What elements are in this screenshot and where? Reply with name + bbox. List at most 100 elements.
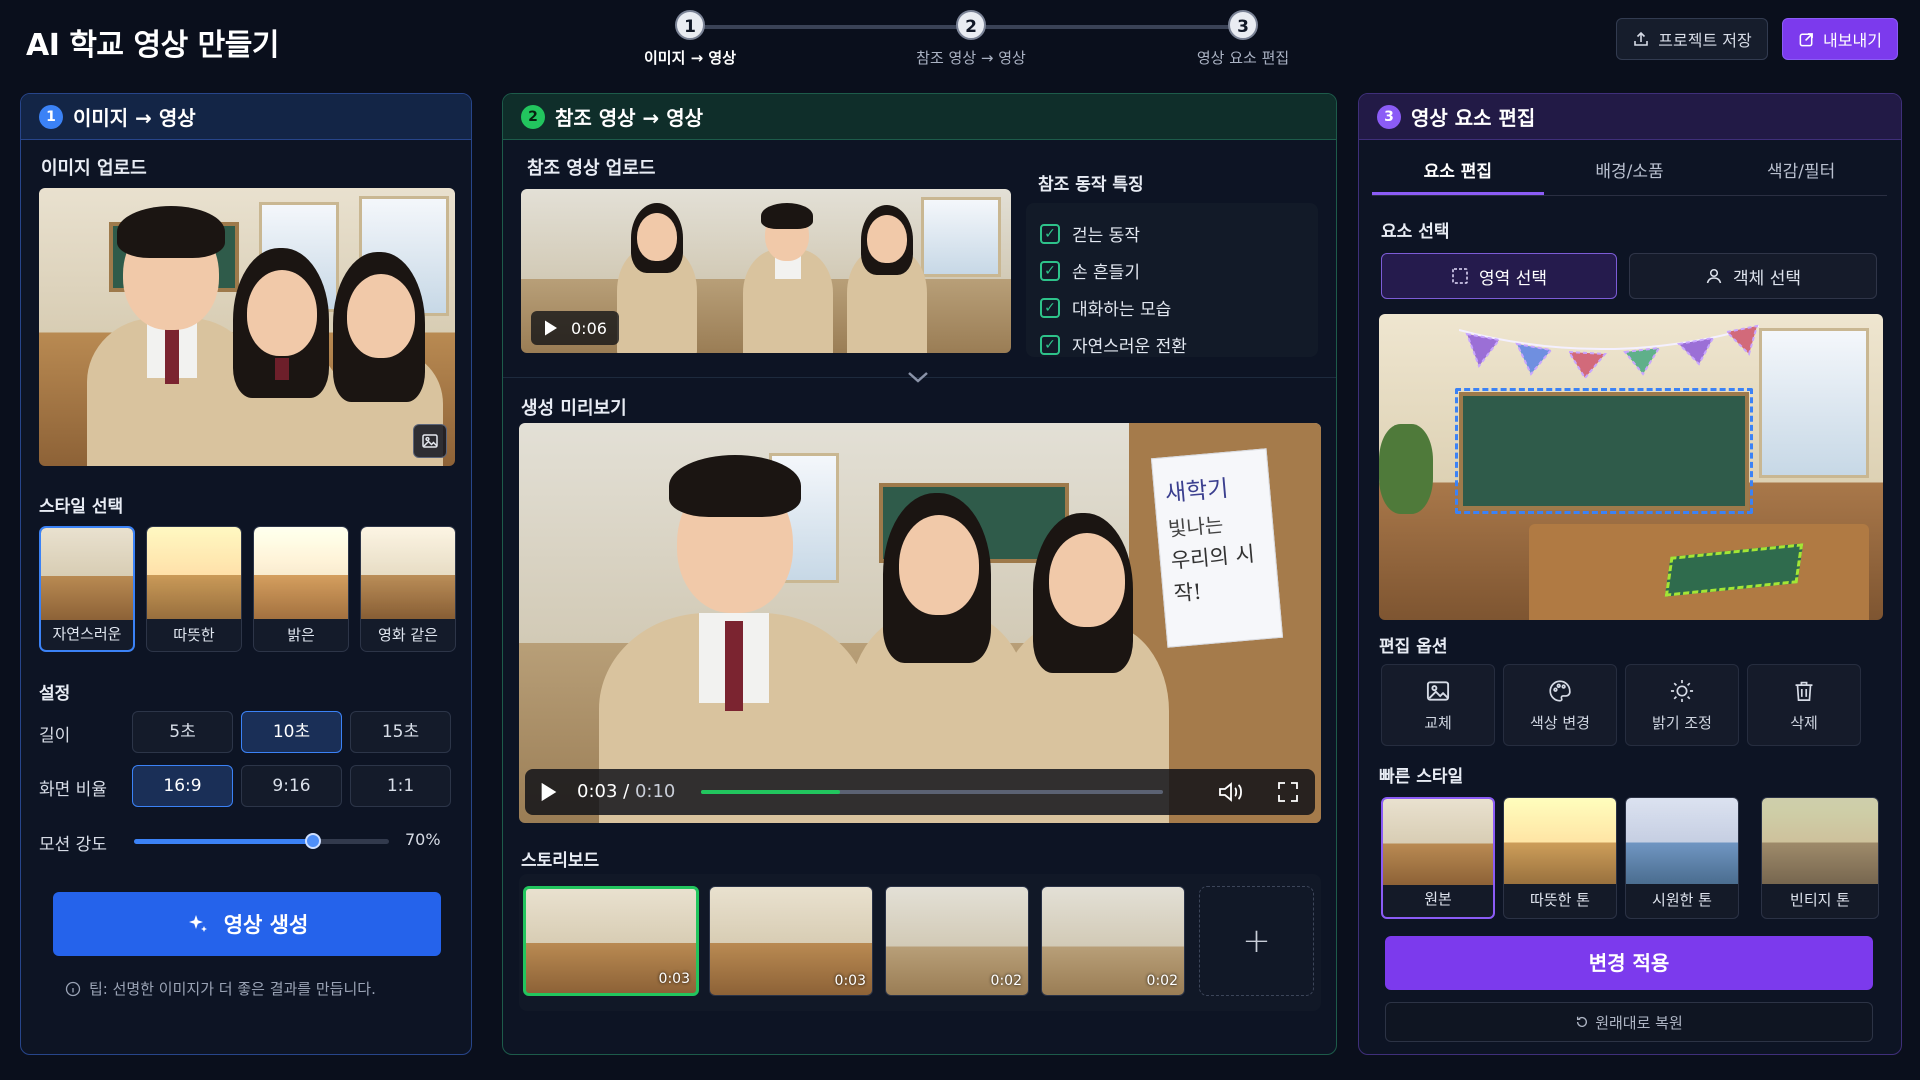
welcome-poster: 새학기 빛나는 우리의 시작! bbox=[1150, 448, 1284, 648]
option-delete[interactable]: 삭제 bbox=[1747, 664, 1861, 746]
style-thumbnail bbox=[361, 527, 455, 619]
chevron-down-icon[interactable] bbox=[903, 366, 933, 388]
feature-label: 걷는 동작 bbox=[1072, 226, 1140, 246]
restore-icon bbox=[1577, 1016, 1588, 1027]
quick-style-vintage[interactable]: 빈티지 톤 bbox=[1761, 797, 1879, 919]
style-label: 영화 같은 bbox=[378, 626, 438, 644]
slider-handle[interactable] bbox=[304, 833, 321, 849]
style-option-warm[interactable]: 따뜻한 bbox=[146, 526, 242, 652]
reference-video[interactable]: 0:06 bbox=[521, 189, 1011, 353]
region-selection-outline[interactable] bbox=[1455, 388, 1753, 514]
quick-style-cool[interactable]: 시원한 톤 bbox=[1625, 797, 1739, 919]
step-label: 참조 영상 → 영상 bbox=[916, 49, 1026, 67]
length-label: 길이 bbox=[39, 726, 71, 746]
apply-changes-button[interactable]: 변경 적용 bbox=[1385, 936, 1873, 990]
step-3[interactable]: 3 영상 요소 편집 bbox=[1143, 10, 1343, 68]
feature-item[interactable]: ✓ 대화하는 모습 bbox=[1040, 289, 1318, 326]
style-option-natural[interactable]: 자연스러운 bbox=[39, 526, 135, 652]
window-shape bbox=[921, 197, 1001, 277]
style-label: 자연스러운 bbox=[52, 625, 122, 643]
style-thumbnail bbox=[254, 527, 348, 619]
checkbox-checked-icon[interactable]: ✓ bbox=[1040, 297, 1060, 318]
object-select-button[interactable]: 객체 선택 bbox=[1629, 253, 1877, 299]
feature-label: 대화하는 모습 bbox=[1072, 300, 1172, 320]
feature-item[interactable]: ✓ 손 흔들기 bbox=[1040, 252, 1318, 289]
window-shape bbox=[1759, 328, 1869, 478]
checkbox-checked-icon[interactable]: ✓ bbox=[1040, 260, 1060, 281]
image-icon[interactable] bbox=[413, 424, 447, 458]
ratio-option-1-1[interactable]: 1:1 bbox=[350, 765, 451, 807]
region-select-button[interactable]: 영역 선택 bbox=[1381, 253, 1617, 299]
storyboard-frame[interactable]: 0:03 bbox=[709, 886, 873, 996]
panel-header: 2 참조 영상 → 영상 bbox=[503, 94, 1336, 140]
object-select-label: 객체 선택 bbox=[1733, 268, 1801, 289]
quick-style-original[interactable]: 원본 bbox=[1381, 797, 1495, 919]
storyboard-frame[interactable]: 0:02 bbox=[1041, 886, 1185, 996]
plus-icon: + bbox=[1242, 921, 1271, 961]
add-frame-button[interactable]: + bbox=[1199, 886, 1314, 996]
generate-video-button[interactable]: 영상 생성 bbox=[53, 892, 441, 956]
user-icon bbox=[1706, 268, 1722, 284]
frame-duration: 0:03 bbox=[658, 971, 690, 987]
playback-progress-bar[interactable] bbox=[701, 790, 1163, 794]
tab-color-filter[interactable]: 색감/필터 bbox=[1715, 150, 1887, 195]
sun-icon bbox=[1670, 679, 1694, 702]
feature-item[interactable]: ✓ 자연스러운 전환 bbox=[1040, 326, 1318, 363]
step-number: 1 bbox=[675, 10, 705, 40]
volume-icon[interactable] bbox=[1217, 781, 1245, 803]
storyboard-title: 스토리보드 bbox=[521, 851, 600, 871]
ratio-option-9-16[interactable]: 9:16 bbox=[241, 765, 342, 807]
export-label: 내보내기 bbox=[1823, 31, 1882, 50]
feature-item[interactable]: ✓ 걷는 동작 bbox=[1040, 215, 1318, 252]
style-label: 따뜻한 bbox=[173, 626, 215, 644]
option-brightness[interactable]: 밝기 조정 bbox=[1625, 664, 1739, 746]
play-icon[interactable] bbox=[543, 319, 559, 337]
bunting-decoration[interactable] bbox=[1459, 320, 1759, 380]
export-button[interactable]: 내보내기 bbox=[1782, 18, 1898, 60]
image-to-video-panel: 1 이미지 → 영상 이미지 업로드 스타일 선택 자연스러운 따뜻한 밝은 영… bbox=[20, 93, 472, 1055]
play-icon[interactable] bbox=[539, 781, 559, 803]
quick-style-label: 따뜻한 톤 bbox=[1530, 891, 1590, 909]
tab-background-props[interactable]: 배경/소품 bbox=[1544, 150, 1716, 195]
generated-video-preview[interactable]: 새학기 빛나는 우리의 시작! 0:03 / 0:10 bbox=[519, 423, 1321, 823]
panel-title: 이미지 → 영상 bbox=[73, 106, 196, 130]
step-number: 2 bbox=[956, 10, 986, 40]
checkbox-checked-icon[interactable]: ✓ bbox=[1040, 223, 1060, 244]
reference-video-timestamp[interactable]: 0:06 bbox=[531, 311, 619, 345]
style-thumbnail bbox=[147, 527, 241, 619]
length-option-5s[interactable]: 5초 bbox=[132, 711, 233, 753]
checkbox-checked-icon[interactable]: ✓ bbox=[1040, 334, 1060, 355]
quick-style-warm[interactable]: 따뜻한 톤 bbox=[1503, 797, 1617, 919]
step-1[interactable]: 1 이미지 → 영상 bbox=[590, 10, 790, 68]
quick-style-title: 빠른 스타일 bbox=[1379, 767, 1464, 787]
restore-original-label: 원래대로 복원 bbox=[1595, 1013, 1683, 1032]
playback-time: 0:03 / 0:10 bbox=[577, 781, 676, 802]
step-2[interactable]: 2 참조 영상 → 영상 bbox=[871, 10, 1071, 68]
sparkle-icon bbox=[188, 915, 207, 932]
panel-number-badge: 1 bbox=[39, 104, 63, 129]
option-color-change[interactable]: 색상 변경 bbox=[1503, 664, 1617, 746]
motion-strength-slider[interactable] bbox=[134, 833, 389, 849]
style-option-cinematic[interactable]: 영화 같은 bbox=[360, 526, 456, 652]
restore-original-button[interactable]: 원래대로 복원 bbox=[1385, 1002, 1873, 1042]
panel-number-badge: 2 bbox=[521, 104, 545, 129]
element-edit-panel: 3 영상 요소 편집 요소 편집 배경/소품 색감/필터 요소 선택 영역 선택… bbox=[1358, 93, 1902, 1055]
fullscreen-icon[interactable] bbox=[1277, 781, 1299, 803]
option-replace[interactable]: 교체 bbox=[1381, 664, 1495, 746]
feature-label: 손 흔들기 bbox=[1072, 263, 1140, 283]
quick-style-thumbnail bbox=[1383, 799, 1493, 885]
length-option-15s[interactable]: 15초 bbox=[350, 711, 451, 753]
length-option-10s[interactable]: 10초 bbox=[241, 711, 342, 753]
style-option-bright[interactable]: 밝은 bbox=[253, 526, 349, 652]
ratio-option-16-9[interactable]: 16:9 bbox=[132, 765, 233, 807]
uploaded-image[interactable] bbox=[39, 188, 455, 466]
edit-canvas-image[interactable] bbox=[1379, 314, 1883, 620]
motion-features-list: ✓ 걷는 동작 ✓ 손 흔들기 ✓ 대화하는 모습 ✓ 자연스러운 전환 bbox=[1026, 203, 1318, 357]
tab-element-edit[interactable]: 요소 편집 bbox=[1372, 150, 1544, 195]
quick-style-thumbnail bbox=[1762, 798, 1878, 884]
storyboard-frame[interactable]: 0:02 bbox=[885, 886, 1029, 996]
app-title: AI 학교 영상 만들기 bbox=[26, 28, 279, 63]
storyboard-frame[interactable]: 0:03 bbox=[523, 886, 699, 996]
save-project-button[interactable]: 프로젝트 저장 bbox=[1616, 18, 1768, 60]
image-icon bbox=[1426, 680, 1450, 701]
